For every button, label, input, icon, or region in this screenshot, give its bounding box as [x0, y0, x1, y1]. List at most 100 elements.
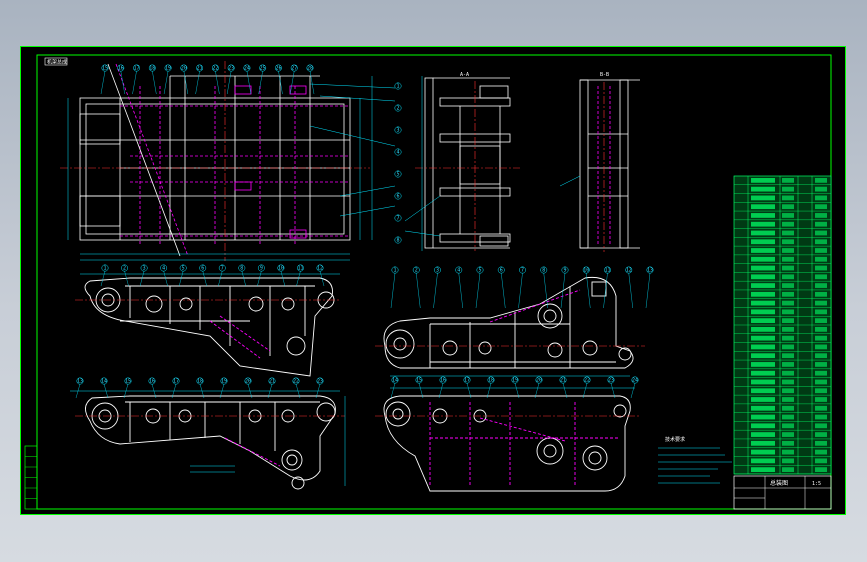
bom-cell-text — [815, 397, 827, 402]
bom-cell-text — [815, 353, 827, 359]
bom-cell-text — [751, 423, 775, 429]
side3-balloon-number: 11 — [604, 268, 610, 274]
bom-cell-text — [751, 239, 775, 245]
side2-balloon-number: 17 — [173, 379, 179, 385]
side2-balloon-number: 21 — [269, 379, 275, 385]
side3-balloon-number: 7 — [521, 268, 524, 274]
side2-balloon-number: 13 — [77, 379, 83, 385]
side1-leader — [100, 270, 106, 287]
bom-cell-text — [751, 230, 775, 236]
bom-cell-text — [751, 204, 775, 210]
bom-cell-text — [815, 344, 827, 350]
plan-balloon-number: 17 — [134, 66, 140, 72]
bom-cell-text — [751, 344, 775, 350]
bom-cell-text — [782, 335, 794, 341]
side1-balloon-number: 3 — [143, 266, 146, 272]
bom-cell-text — [782, 423, 794, 429]
bom-cell-text — [782, 449, 794, 455]
bom-cell-text — [815, 388, 827, 394]
bom-cell-text — [782, 432, 794, 437]
side3-balloon-number: 12 — [626, 268, 632, 274]
revision-block — [24, 445, 38, 510]
side3-balloon-number: 1 — [393, 268, 396, 274]
plan-balloon-number: 28 — [307, 66, 313, 72]
side2-balloon-number: 14 — [101, 379, 107, 385]
plan-balloon-number: 15 — [102, 66, 108, 72]
plan-right-balloon-number: 3 — [396, 128, 399, 134]
section-a-a: A-A — [404, 72, 520, 251]
bom-cell-text — [782, 327, 794, 332]
side4-balloon-number: 19 — [512, 378, 518, 384]
bom-cell-text — [815, 248, 827, 253]
bom-cell-text — [815, 405, 827, 411]
side3-balloon-number: 9 — [563, 268, 566, 274]
bom-cell-text — [815, 335, 827, 341]
side1-leader — [163, 270, 168, 287]
side4-balloon-number: 15 — [416, 378, 422, 384]
bom-cell-text — [782, 370, 794, 376]
side1-balloon-number: 5 — [182, 266, 185, 272]
bom-cell-text — [751, 248, 775, 253]
plan-right-balloon-number: 4 — [396, 150, 399, 156]
title-block: 总装图 1:5 — [733, 475, 832, 510]
side1-leader — [139, 270, 145, 287]
bom-cell-text — [751, 221, 775, 227]
side3-leader — [475, 272, 481, 309]
bom-cell-text — [782, 344, 794, 350]
side4-balloon-number: 21 — [560, 378, 566, 384]
bom-cell-text — [782, 388, 794, 394]
bom-cell-text — [815, 423, 827, 429]
side2-balloon-number: 15 — [125, 379, 131, 385]
bom-cell-text — [782, 186, 794, 192]
side4-balloon-number: 23 — [608, 378, 614, 384]
side4-balloon-number: 24 — [632, 378, 638, 384]
bom-cell-text — [815, 265, 827, 271]
plan-right-balloon-number: 8 — [396, 238, 399, 244]
cad-viewport[interactable]: 机架总成 15 16 17 18 19 20 21 22 23 24 25 26… — [20, 46, 846, 515]
bom-cell-text — [782, 291, 794, 297]
plan-leader — [163, 70, 169, 95]
title-block-scale: 1:5 — [812, 481, 821, 487]
bom-cell-text — [782, 318, 794, 323]
side1-leader — [218, 270, 223, 287]
bom-cell-text — [782, 213, 794, 218]
bom-cell-text — [782, 221, 794, 227]
side-view-2 — [70, 390, 346, 490]
plan-balloon-number: 25 — [260, 66, 266, 72]
bom-cell-text — [815, 195, 827, 201]
side3-leader — [560, 272, 566, 309]
bom-cell-text — [751, 274, 775, 280]
bom-cell-text — [782, 397, 794, 402]
side1-balloon-number: 4 — [162, 266, 165, 272]
side3-balloon-number: 5 — [478, 268, 481, 274]
side2-balloon-number: 20 — [245, 379, 251, 385]
side2-balloon-number: 18 — [197, 379, 203, 385]
bom-cell-text — [815, 186, 827, 192]
side1-leader — [178, 270, 184, 287]
bom-cell-text — [782, 440, 794, 446]
bom-cell-text — [782, 300, 794, 306]
bom-cell-text — [751, 397, 775, 402]
bom-cell-text — [751, 449, 775, 455]
bom-cell-text — [782, 414, 794, 420]
bom-cell-text — [815, 432, 827, 437]
bom-cell-text — [815, 458, 827, 464]
bom-cell-text — [782, 362, 794, 367]
bom-cell-text — [815, 414, 827, 420]
bom-cell-text — [751, 195, 775, 201]
bom-cell-text — [815, 379, 827, 385]
bom-cell-text — [782, 239, 794, 245]
bom-cell-text — [782, 458, 794, 464]
side3-leader — [433, 272, 438, 309]
side4-balloon-number: 18 — [488, 378, 494, 384]
plan-leader — [100, 70, 106, 95]
bom-cell-text — [815, 300, 827, 306]
bom-cell-text — [751, 178, 775, 183]
plan-leader — [309, 70, 315, 95]
bom-cell-text — [815, 449, 827, 455]
side1-balloon-number: 11 — [297, 266, 303, 272]
side1-balloon-number: 1 — [103, 266, 106, 272]
plan-balloon-number: 20 — [181, 66, 187, 72]
plan-balloon-number: 21 — [197, 66, 203, 72]
bom-cell-text — [751, 327, 775, 332]
